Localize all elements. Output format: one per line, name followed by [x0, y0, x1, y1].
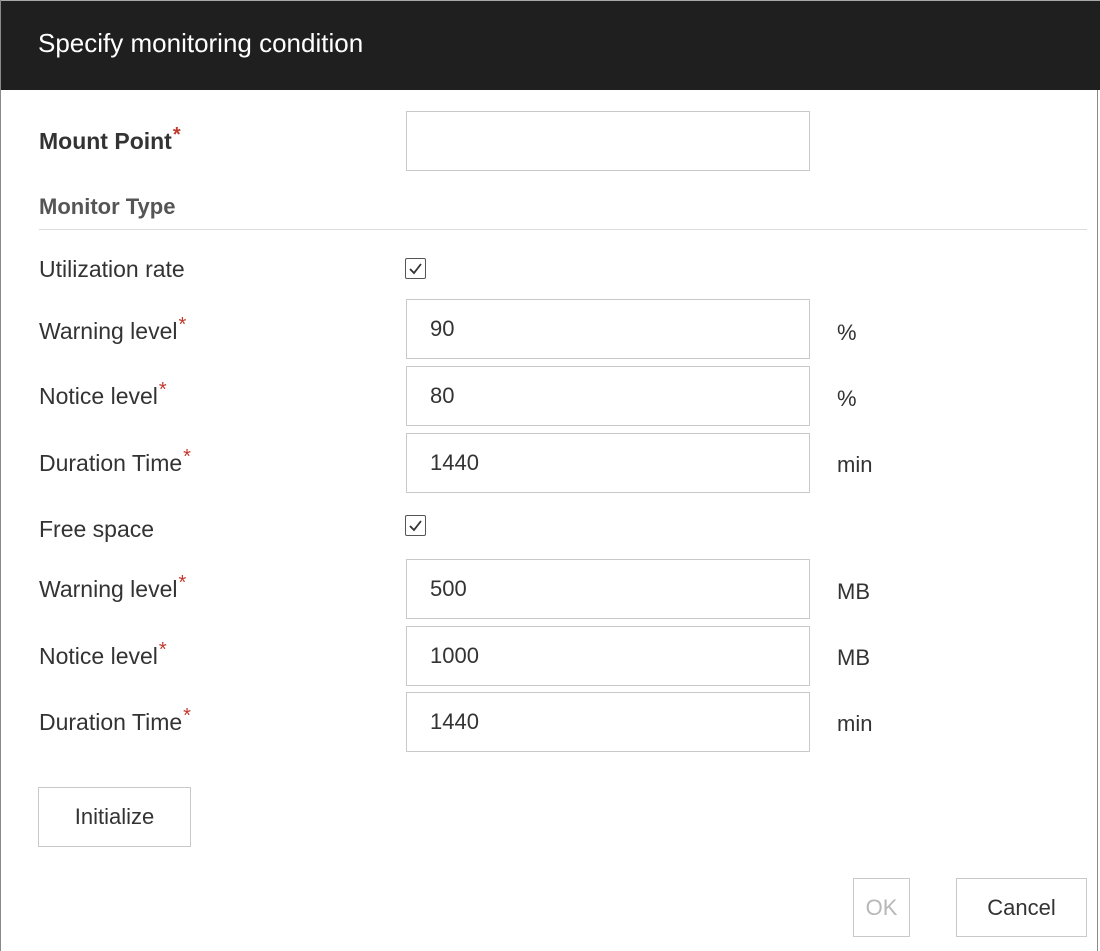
utilization-rate-checkbox[interactable] — [405, 258, 426, 279]
required-mark: * — [183, 705, 191, 727]
free-space-label: Free space — [39, 516, 155, 542]
free-space-notice-level-input[interactable] — [406, 626, 810, 686]
initialize-button[interactable]: Initialize — [38, 787, 191, 847]
utilization-duration-time-text: Duration Time — [39, 450, 183, 476]
required-mark: * — [158, 639, 167, 661]
free-space-warning-level-input[interactable] — [406, 559, 810, 619]
mount-point-label-text: Mount Point — [39, 128, 172, 154]
free-space-warning-level-text: Warning level — [39, 576, 178, 602]
free-space-warning-level-label: Warning level* — [39, 572, 186, 603]
cancel-button[interactable]: Cancel — [956, 878, 1087, 937]
monitoring-condition-dialog: Specify monitoring condition Mount Point… — [0, 0, 1100, 951]
free-space-notice-level-text: Notice level — [39, 643, 158, 669]
required-mark: * — [178, 572, 187, 594]
utilization-notice-level-input[interactable] — [406, 366, 810, 426]
utilization-duration-time-label: Duration Time* — [39, 446, 191, 477]
section-divider — [39, 229, 1087, 230]
dialog-title-bar: Specify monitoring condition — [1, 0, 1100, 90]
free-space-duration-time-label: Duration Time* — [39, 705, 191, 736]
free-space-notice-level-label: Notice level* — [39, 639, 167, 670]
mount-point-input[interactable] — [406, 111, 810, 171]
utilization-warning-level-label: Warning level* — [39, 314, 186, 345]
mount-point-label: Mount Point* — [39, 124, 181, 155]
checkmark-icon — [409, 520, 422, 532]
utilization-notice-level-text: Notice level — [39, 383, 158, 409]
utilization-warning-level-text: Warning level — [39, 318, 178, 344]
utilization-duration-unit: min — [837, 452, 873, 477]
dialog-title: Specify monitoring condition — [38, 28, 364, 58]
required-mark: * — [178, 314, 187, 336]
utilization-rate-label: Utilization rate — [39, 256, 185, 282]
ok-button[interactable]: OK — [853, 878, 910, 937]
utilization-warning-level-input[interactable] — [406, 299, 810, 359]
checkmark-icon — [409, 263, 422, 275]
free-space-duration-unit: min — [837, 711, 873, 736]
free-space-checkbox[interactable] — [405, 515, 426, 536]
free-space-duration-time-text: Duration Time — [39, 709, 183, 735]
utilization-warning-unit: % — [837, 320, 857, 345]
monitor-type-heading: Monitor Type — [39, 194, 176, 219]
free-space-duration-time-input[interactable] — [406, 692, 810, 752]
utilization-notice-unit: % — [837, 386, 857, 411]
required-mark: * — [172, 124, 181, 146]
required-mark: * — [158, 379, 167, 401]
free-space-warning-unit: MB — [837, 579, 870, 604]
utilization-duration-time-input[interactable] — [406, 433, 810, 493]
required-mark: * — [183, 446, 191, 468]
utilization-notice-level-label: Notice level* — [39, 379, 167, 410]
free-space-notice-unit: MB — [837, 645, 870, 670]
